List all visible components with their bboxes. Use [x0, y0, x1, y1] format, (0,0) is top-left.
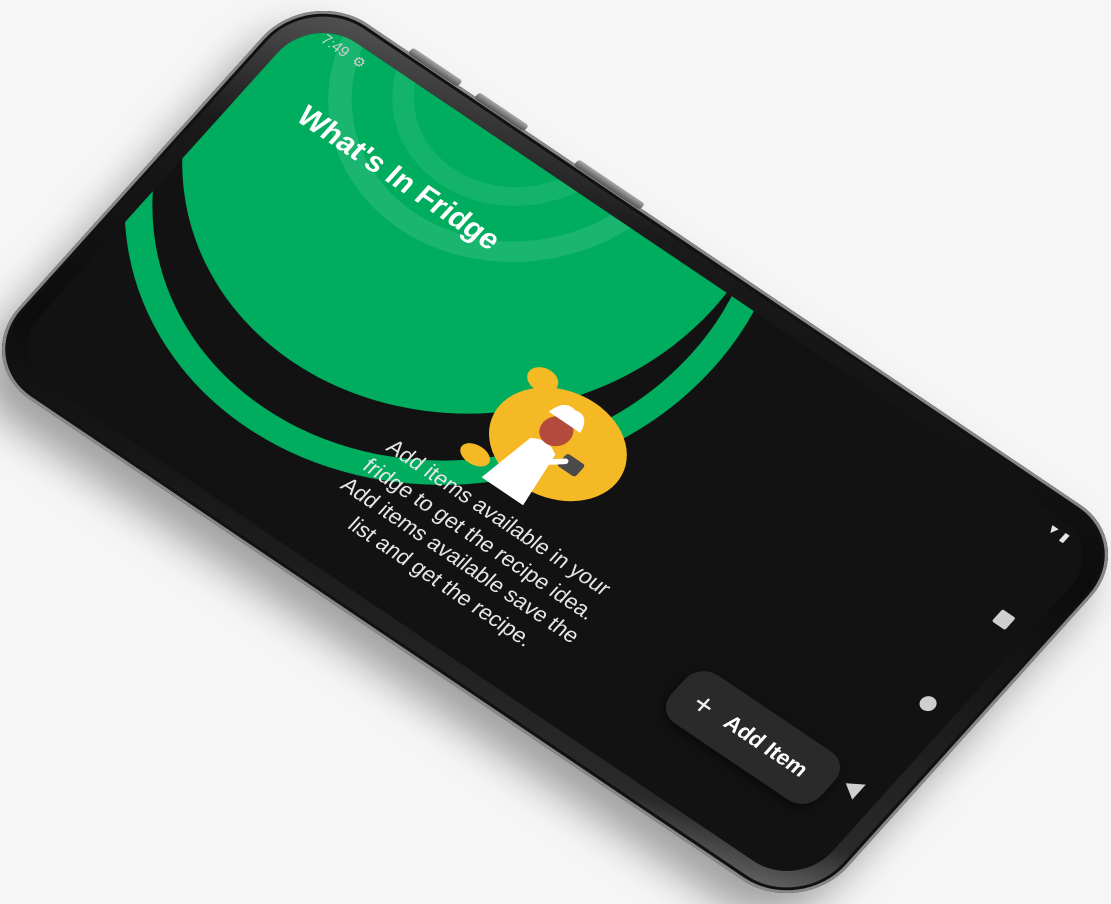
- yellow-dot-2: [460, 443, 491, 467]
- back-button[interactable]: [838, 775, 866, 800]
- home-button[interactable]: [916, 693, 941, 715]
- gear-icon: ⚙: [348, 51, 371, 71]
- mockup-stage: 7:49 ⚙ ▼ ▮ What's In Fridge Add items av…: [0, 0, 1111, 904]
- add-item-label: Add Item: [718, 710, 814, 782]
- recents-button[interactable]: [991, 609, 1016, 631]
- plus-icon: +: [684, 685, 724, 724]
